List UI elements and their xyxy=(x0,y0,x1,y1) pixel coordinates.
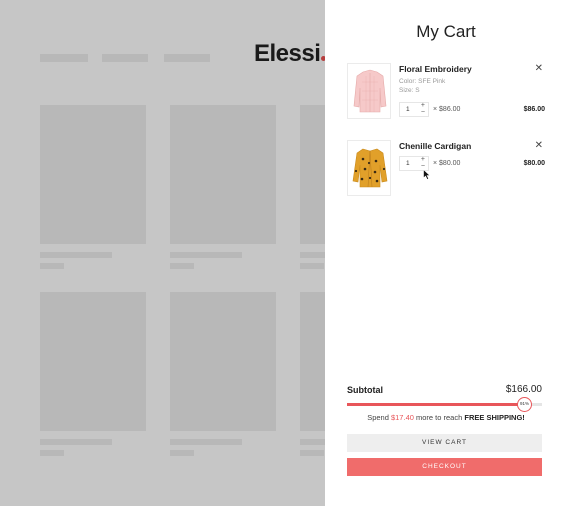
subtotal-value: $166.00 xyxy=(505,384,542,395)
remove-item-icon[interactable]: ✕ xyxy=(535,140,543,151)
cart-item-size: Size: S xyxy=(399,87,420,94)
remove-item-icon[interactable]: ✕ xyxy=(535,63,543,74)
free-shipping-progress-bar: 91% xyxy=(347,397,542,412)
progress-fill xyxy=(347,403,524,406)
mustard-cardigan-image xyxy=(352,148,388,188)
cart-item-name[interactable]: Floral Embroidery xyxy=(399,64,472,74)
quantity-stepper[interactable]: 1 + − xyxy=(399,102,429,117)
cart-item-line-total: $86.00 xyxy=(523,106,545,113)
cart-item-color: Color: SFE Pink xyxy=(399,78,446,85)
product-thumbnail[interactable] xyxy=(347,140,391,196)
free-shipping-highlight: FREE SHIPPING! xyxy=(464,413,525,422)
quantity-value[interactable]: 1 xyxy=(406,160,410,167)
quantity-value[interactable]: 1 xyxy=(406,106,410,113)
cart-title: My Cart xyxy=(416,22,476,41)
drawer-backdrop[interactable] xyxy=(0,0,325,506)
cart-drawer: My Cart Floral Embroidery ✕ Color: SFE P… xyxy=(325,0,567,506)
mouse-cursor-icon xyxy=(423,169,431,180)
cart-item: Chenille Cardigan ✕ 1 + − × $80.00 $80.0… xyxy=(347,140,545,200)
product-thumbnail[interactable] xyxy=(347,63,391,119)
decrease-quantity-icon[interactable]: − xyxy=(421,109,425,116)
cart-item-unit-price: × $86.00 xyxy=(433,106,461,113)
subtotal-label: Subtotal xyxy=(347,385,383,395)
increase-quantity-icon[interactable]: + xyxy=(421,156,425,163)
progress-percent-badge: 91% xyxy=(517,397,532,412)
cart-item-line-total: $80.00 xyxy=(523,160,545,167)
view-cart-button[interactable]: VIEW CART xyxy=(347,434,542,452)
checkout-button[interactable]: CHECKOUT xyxy=(347,458,542,476)
remaining-amount: $17.40 xyxy=(390,413,414,422)
cart-item: Floral Embroidery ✕ Color: SFE Pink Size… xyxy=(347,63,545,123)
increase-quantity-icon[interactable]: + xyxy=(421,102,425,109)
pink-jacket-image xyxy=(353,69,387,113)
cart-item-unit-price: × $80.00 xyxy=(433,160,461,167)
cart-item-name[interactable]: Chenille Cardigan xyxy=(399,141,471,151)
free-shipping-message: Spend $17.40 more to reach FREE SHIPPING… xyxy=(367,413,525,422)
